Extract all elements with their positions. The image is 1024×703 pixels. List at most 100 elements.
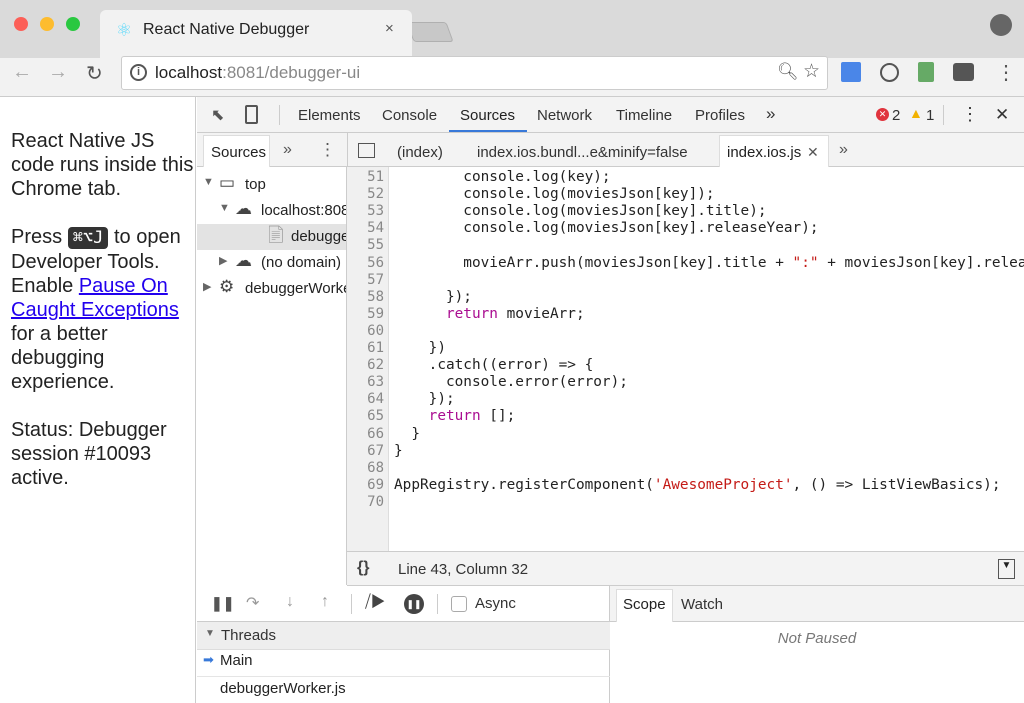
deactivate-breakpoints-icon[interactable]: ⧸▶ <box>365 592 386 612</box>
tab-elements[interactable]: Elements <box>298 107 361 124</box>
new-tab-button[interactable] <box>406 22 454 42</box>
thread-main[interactable]: Main <box>220 652 253 669</box>
code-line[interactable]: }) <box>394 340 446 357</box>
code-line[interactable]: return movieArr; <box>394 306 585 323</box>
profile-icon[interactable] <box>990 14 1012 36</box>
tab-close-button[interactable]: × <box>385 20 394 37</box>
device-toolbar-icon[interactable] <box>245 105 258 124</box>
code-token: + moviesJson[key].releaseYear); <box>827 254 1024 271</box>
file-tab-bundle[interactable]: index.ios.bundl...e&minify=false <box>477 144 688 161</box>
step-over-icon[interactable]: ↷ <box>246 593 259 613</box>
back-icon[interactable]: ← <box>12 61 32 84</box>
tree-arrow-icon[interactable]: ▶ <box>219 254 227 267</box>
info-icon[interactable]: i <box>130 64 147 81</box>
code-line[interactable]: console.error(error); <box>394 374 628 391</box>
error-icon[interactable]: ✕ <box>876 108 889 121</box>
code-line[interactable]: return []; <box>394 408 516 425</box>
warning-icon[interactable]: ▲ <box>909 105 923 121</box>
tab-timeline[interactable]: Timeline <box>616 107 672 124</box>
onepassword-extension-icon[interactable] <box>880 63 899 82</box>
debugger-sidebar: ❚❚ ↷ ↓ ↑ ⧸▶ ❚❚ Async ▼ Threads ➡ Main de… <box>197 586 610 703</box>
minimize-window-button[interactable] <box>40 17 54 31</box>
close-window-button[interactable] <box>14 17 28 31</box>
threads-header[interactable]: ▼ Threads <box>197 622 610 650</box>
code-line[interactable]: console.log(moviesJson[key]); <box>394 186 715 203</box>
pretty-print-button[interactable]: {} <box>357 559 369 577</box>
tree-item[interactable]: ▼ ☁ localhost:8081 <box>197 198 346 224</box>
tree-item[interactable]: ▶ ⚙ debuggerWorker.js <box>197 276 346 302</box>
tree-arrow-icon[interactable]: ▼ <box>219 202 230 214</box>
step-out-icon[interactable]: ↑ <box>321 593 329 611</box>
file-tab-index-ios-js[interactable]: index.ios.js <box>727 144 801 161</box>
code-line[interactable]: movieArr.push(moviesJson[key].title + ":… <box>394 255 1024 272</box>
zoom-icon[interactable]: 🔍︎ <box>777 62 799 82</box>
url-text[interactable]: localhost:8081/debugger-ui <box>155 63 360 83</box>
close-devtools-button[interactable]: ✕ <box>995 105 1009 125</box>
error-count[interactable]: 2 <box>892 107 900 124</box>
tree-item[interactable]: 📄︎debugger-ui <box>197 224 346 250</box>
maximize-window-button[interactable] <box>66 17 80 31</box>
code-token: .catch((error) => { <box>394 357 594 374</box>
code-line[interactable]: }); <box>394 289 472 306</box>
reload-icon[interactable]: ↻ <box>86 61 103 86</box>
extension-icon[interactable] <box>918 62 934 82</box>
tab-network[interactable]: Network <box>537 107 592 124</box>
tab-profiles[interactable]: Profiles <box>695 107 745 124</box>
navigator-more-button[interactable]: » <box>283 141 292 159</box>
tree-arrow-icon[interactable]: ▼ <box>203 176 214 188</box>
current-thread-arrow-icon: ➡ <box>203 652 214 667</box>
code-line[interactable]: .catch((error) => { <box>394 357 594 374</box>
code-editor[interactable]: 51 console.log(key); 52 console.log(movie… <box>347 167 1024 551</box>
navigator-tab-sources[interactable]: Sources <box>211 144 266 161</box>
thread-debugger-worker[interactable]: debuggerWorker.js <box>220 680 346 697</box>
navigator-menu-icon[interactable]: ⋮ <box>319 140 336 160</box>
code-line[interactable]: } <box>394 426 420 443</box>
code-token: []; <box>480 408 516 425</box>
code-line[interactable]: AppRegistry.registerComponent('AwesomePr… <box>394 477 1000 494</box>
file-tab-index[interactable]: (index) <box>397 144 443 161</box>
tree-item[interactable]: ▼ ▭ top <box>197 172 346 198</box>
tab-console[interactable]: Console <box>382 107 437 124</box>
toggle-debugger-icon[interactable]: ▼ <box>998 559 1015 579</box>
tree-arrow-icon[interactable]: ▶ <box>203 280 211 293</box>
line-number: 69 <box>367 476 384 493</box>
step-into-icon[interactable]: ↓ <box>286 593 294 611</box>
line-number: 53 <box>367 203 384 220</box>
tab-sources[interactable]: Sources <box>460 107 515 124</box>
editor-status-bar: {} Line 43, Column 32 ▼ <box>347 551 1024 586</box>
tree-label: debuggerWorker.js <box>245 280 346 297</box>
browser-menu-icon[interactable]: ⋮ <box>996 60 1016 85</box>
code-token: }) <box>394 340 446 356</box>
sources-tab-bar: Sources » ⋮ (index) index.ios.bundl...e&… <box>197 133 1024 167</box>
more-tabs-button[interactable]: » <box>766 104 775 124</box>
code-line[interactable]: console.log(moviesJson[key].title); <box>394 203 766 220</box>
code-line[interactable]: console.log(moviesJson[key].releaseYear)… <box>394 220 818 237</box>
tree-item[interactable]: ▶ ☁ (no domain) <box>197 250 346 276</box>
code-line[interactable]: console.log(key); <box>394 169 610 186</box>
line-number: 59 <box>367 305 384 322</box>
line-number: 68 <box>367 459 384 476</box>
tab-scope[interactable]: Scope <box>623 596 666 613</box>
inspect-element-icon[interactable]: ⬉ <box>211 105 224 125</box>
devtools-menu-icon[interactable]: ⋮ <box>961 104 979 125</box>
translate-extension-icon[interactable] <box>841 62 861 82</box>
pocket-extension-icon[interactable] <box>953 63 974 81</box>
line-number: 65 <box>367 408 384 425</box>
code-token: console.log(moviesJson[key]); <box>394 186 715 203</box>
forward-icon[interactable]: → <box>48 61 68 84</box>
file-tab-close-button[interactable]: ✕ <box>807 144 819 161</box>
code-line[interactable]: } <box>394 443 403 460</box>
file-icon: 📄︎ <box>265 225 287 244</box>
pause-on-exceptions-icon[interactable]: ❚❚ <box>404 594 424 614</box>
star-icon[interactable]: ☆ <box>803 60 820 83</box>
line-number: 57 <box>367 271 384 288</box>
more-file-tabs-button[interactable]: » <box>839 141 848 159</box>
warning-count[interactable]: 1 <box>926 107 934 124</box>
tab-watch[interactable]: Watch <box>681 596 723 613</box>
async-checkbox[interactable] <box>451 596 467 612</box>
toggle-navigator-icon[interactable] <box>358 143 375 158</box>
code-line[interactable]: }); <box>394 391 455 408</box>
pause-icon[interactable]: ❚❚ <box>211 595 234 612</box>
line-number: 51 <box>367 169 384 185</box>
